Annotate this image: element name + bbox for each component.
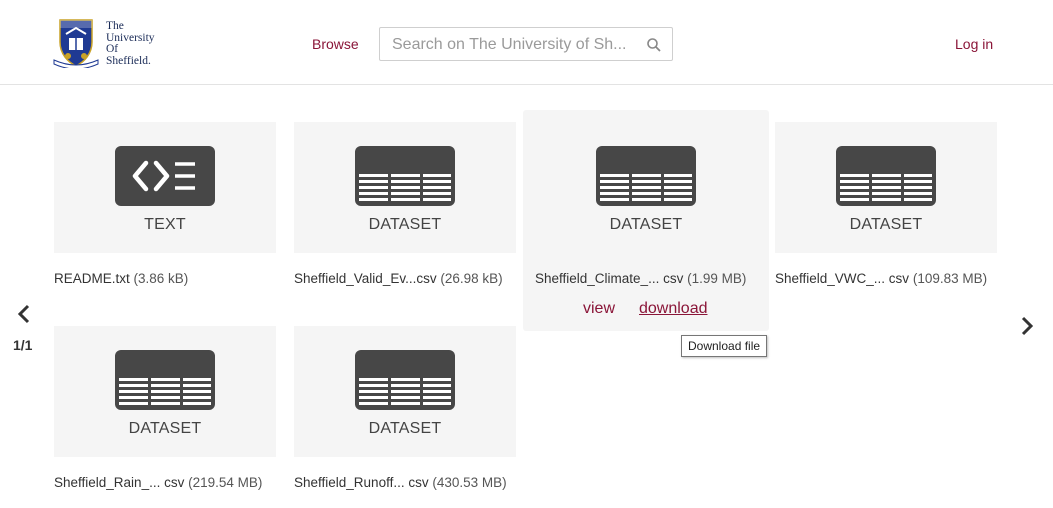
table-icon <box>355 146 455 206</box>
file-type-label: DATASET <box>368 216 442 233</box>
file-name: Sheffield_Rain_... csv <box>54 475 185 490</box>
file-name: Sheffield_Valid_Ev...csv <box>294 271 437 286</box>
file-card-thumbnail[interactable]: TEXT <box>54 122 276 253</box>
file-card-thumbnail[interactable]: DATASET <box>535 122 757 253</box>
page-indicator: 1/1 <box>13 337 33 353</box>
file-name-row[interactable]: Sheffield_Valid_Ev...csv (26.98 kB) <box>294 271 503 286</box>
search-icon <box>647 38 661 52</box>
search-box <box>379 27 673 61</box>
download-link[interactable]: download <box>639 300 708 318</box>
code-icon <box>115 146 215 206</box>
table-icon <box>115 350 215 410</box>
file-type-label: DATASET <box>128 420 202 437</box>
file-size: (430.53 MB) <box>432 475 507 490</box>
file-size: (26.98 kB) <box>440 271 503 286</box>
file-card-thumbnail[interactable]: DATASET <box>775 122 997 253</box>
file-card-thumbnail[interactable]: DATASET <box>294 122 516 253</box>
file-type-label: DATASET <box>609 216 683 233</box>
file-name-row[interactable]: Sheffield_VWC_... csv (109.83 MB) <box>775 271 987 286</box>
table-icon <box>596 146 696 206</box>
file-name: Sheffield_VWC_... csv <box>775 271 910 286</box>
university-crest-icon <box>53 19 99 68</box>
search-input[interactable] <box>390 34 639 56</box>
file-name: Sheffield_Climate_... csv <box>535 271 684 286</box>
view-link[interactable]: view <box>583 300 615 318</box>
file-type-label: DATASET <box>368 420 442 437</box>
site-header: The University Of Sheffield. Browse Log … <box>0 0 1053 85</box>
university-logo[interactable]: The University Of Sheffield. <box>52 18 172 70</box>
file-name-row[interactable]: Sheffield_Climate_... csv (1.99 MB) <box>535 271 746 286</box>
chevron-right-icon <box>1021 316 1034 336</box>
logo-line: Sheffield. <box>106 54 151 67</box>
logo-wordmark: The University Of Sheffield. <box>106 20 155 67</box>
file-type-label: DATASET <box>849 216 923 233</box>
logo-line: Of <box>106 43 119 55</box>
file-name-row[interactable]: Sheffield_Rain_... csv (219.54 MB) <box>54 475 262 490</box>
file-name-row[interactable]: README.txt (3.86 kB) <box>54 271 188 286</box>
logo-line: The <box>106 20 124 32</box>
file-card-thumbnail[interactable]: DATASET <box>294 326 516 457</box>
search-button[interactable] <box>646 37 662 53</box>
file-size: (109.83 MB) <box>912 271 988 286</box>
prev-page-button[interactable] <box>17 304 31 324</box>
file-type-label: TEXT <box>144 216 186 233</box>
login-link[interactable]: Log in <box>955 36 993 52</box>
download-tooltip: Download file <box>681 335 768 357</box>
file-size: (3.86 kB) <box>133 271 189 286</box>
file-name: README.txt <box>54 271 130 286</box>
file-name: Sheffield_Runoff... csv <box>294 475 429 490</box>
table-icon <box>355 350 455 410</box>
browse-link[interactable]: Browse <box>312 36 359 52</box>
file-name-row[interactable]: Sheffield_Runoff... csv (430.53 MB) <box>294 475 507 490</box>
file-size: (219.54 MB) <box>188 475 263 490</box>
file-size: (1.99 MB) <box>687 271 747 286</box>
table-icon <box>836 146 936 206</box>
chevron-left-icon <box>17 304 30 324</box>
file-card-thumbnail[interactable]: DATASET <box>54 326 276 457</box>
next-page-button[interactable] <box>1020 316 1034 336</box>
